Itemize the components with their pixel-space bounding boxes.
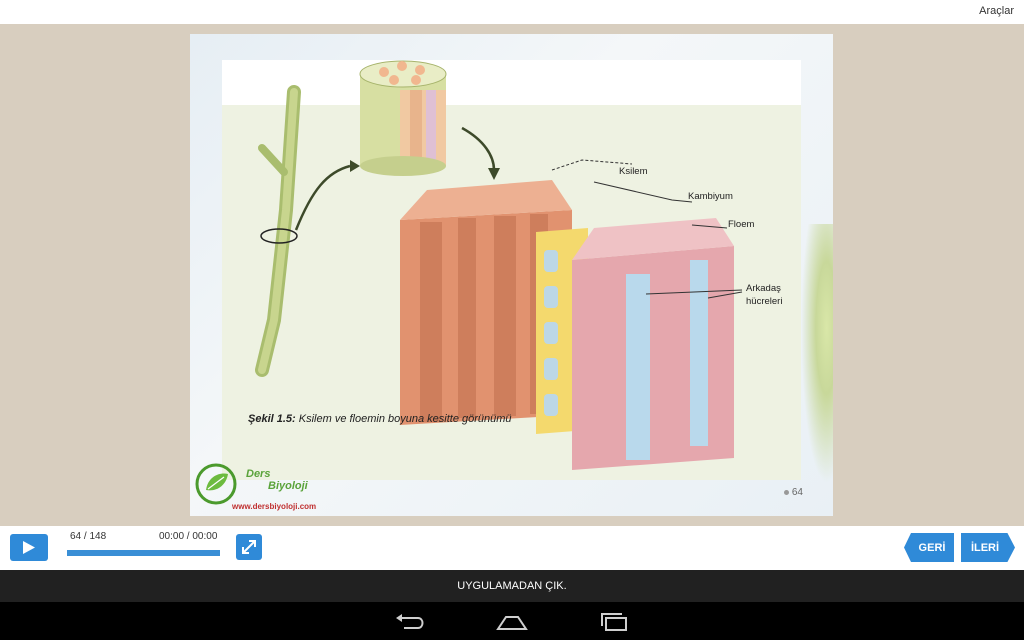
brand-url: www.dersbiyoloji.com bbox=[232, 502, 317, 511]
slide-stage: Ksilem Kambiyum Floem Arkadaş hücreleri … bbox=[0, 24, 1024, 526]
slide-page-number: 64 bbox=[784, 487, 803, 498]
back-button[interactable]: GERİ bbox=[904, 533, 954, 562]
next-button[interactable]: İLERİ bbox=[961, 533, 1015, 562]
play-button[interactable] bbox=[10, 534, 48, 561]
figure-caption-number: Şekil 1.5: bbox=[248, 413, 296, 425]
slide-decoration bbox=[801, 224, 833, 484]
back-arrow-icon bbox=[396, 614, 424, 629]
leaf-logo-icon bbox=[195, 463, 237, 505]
exit-app-button[interactable]: UYGULAMADAN ÇIK. bbox=[0, 570, 1024, 602]
brand-word-ders: Ders bbox=[246, 468, 271, 480]
cambium-label: Kambiyum bbox=[688, 191, 733, 202]
home-icon bbox=[496, 616, 528, 630]
system-nav-bar bbox=[0, 602, 1024, 640]
slide-page: Ksilem Kambiyum Floem Arkadaş hücreleri … bbox=[190, 34, 833, 516]
fullscreen-button[interactable] bbox=[236, 534, 262, 560]
tools-menu-link[interactable]: Araçlar bbox=[979, 5, 1014, 17]
biology-figure: Ksilem Kambiyum Floem Arkadaş hücreleri … bbox=[222, 60, 801, 480]
recents-icon bbox=[601, 613, 627, 631]
top-bar: Araçlar bbox=[0, 0, 1024, 24]
player-controls: 64 / 148 00:00 / 00:00 GERİ İLERİ bbox=[0, 526, 1024, 570]
exit-bar: UYGULAMADAN ÇIK. bbox=[0, 570, 1024, 602]
companion-cells-label-1: Arkadaş bbox=[746, 283, 781, 294]
time-readout: 00:00 / 00:00 bbox=[159, 531, 218, 542]
play-icon bbox=[23, 541, 35, 554]
system-home-button[interactable] bbox=[494, 611, 530, 633]
progress-bar[interactable] bbox=[67, 550, 220, 556]
figure-caption: Şekil 1.5: Ksilem ve floemin boyuna kesi… bbox=[248, 413, 512, 425]
phloem-label: Floem bbox=[728, 219, 755, 230]
companion-cells-label-2: hücreleri bbox=[746, 296, 783, 307]
system-back-button[interactable] bbox=[392, 611, 428, 633]
brand-logo: Ders Biyoloji www.dersbiyoloji.com bbox=[194, 462, 344, 512]
figure-caption-text: Ksilem ve floemin boyuna kesitte görünüm… bbox=[295, 413, 512, 425]
slide-counter: 64 / 148 bbox=[70, 531, 107, 542]
brand-word-biyoloji: Biyoloji bbox=[268, 480, 308, 492]
system-recents-button[interactable] bbox=[596, 611, 632, 633]
expand-icon bbox=[242, 540, 256, 554]
xylem-label: Ksilem bbox=[619, 166, 648, 177]
